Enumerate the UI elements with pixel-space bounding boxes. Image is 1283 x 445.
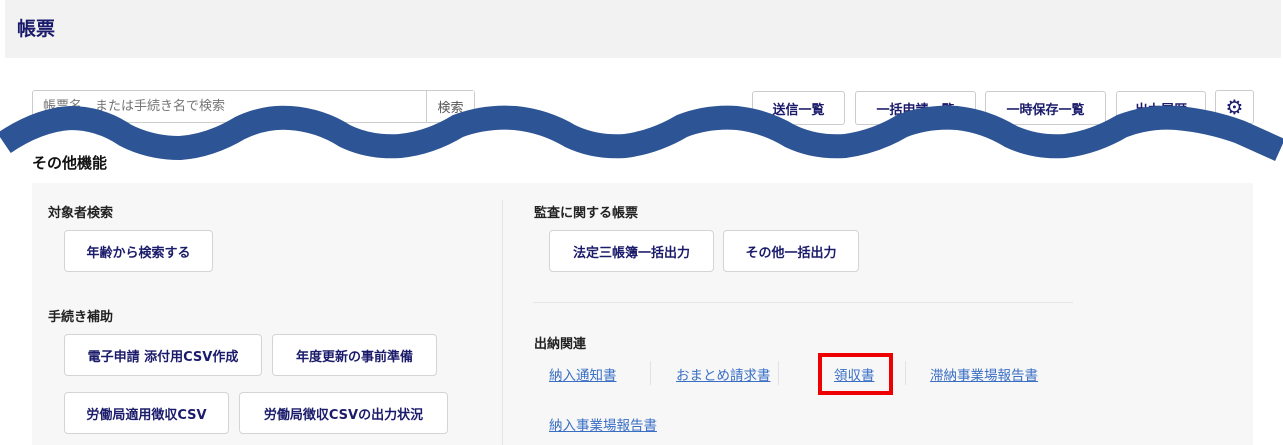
settings-button[interactable]: ⚙ <box>1215 90 1254 124</box>
search-button[interactable]: 検索 <box>426 91 474 122</box>
output-history-button[interactable]: 出力履歴 <box>1116 91 1206 125</box>
page-title: 帳票 <box>17 18 56 40</box>
combined-invoice-link[interactable]: おまとめ請求書 <box>676 364 771 384</box>
bulk-apply-list-button[interactable]: 一括申請一覧 <box>855 91 976 125</box>
sent-list-button[interactable]: 送信一覧 <box>752 91 845 125</box>
link-separator <box>905 361 906 385</box>
highlight-box <box>818 353 893 395</box>
e-application-csv-button[interactable]: 電子申請 添付用CSV作成 <box>64 334 262 376</box>
audit-heading: 監査に関する帳票 <box>534 206 639 221</box>
labor-bureau-csv-button[interactable]: 労働局適用徴収CSV <box>64 392 229 434</box>
delinquency-report-link[interactable]: 滞納事業場報告書 <box>930 364 1038 384</box>
search-input[interactable] <box>33 91 426 122</box>
payment-site-report-link[interactable]: 納入事業場報告書 <box>549 414 657 434</box>
section-title: その他機能 <box>32 154 108 172</box>
column-divider <box>502 200 503 445</box>
section-divider <box>533 302 1073 303</box>
link-separator <box>650 361 651 385</box>
payment-notice-link[interactable]: 納入通知書 <box>549 364 617 384</box>
search-box: 検索 <box>32 90 475 123</box>
procedure-help-heading: 手続き補助 <box>48 310 114 325</box>
target-search-heading: 対象者検索 <box>48 206 114 221</box>
page-header <box>5 0 1281 58</box>
link-separator <box>778 361 779 385</box>
payments-heading: 出納関連 <box>534 337 587 352</box>
gear-icon: ⚙ <box>1225 95 1244 119</box>
annual-update-prep-button[interactable]: 年度更新の事前準備 <box>272 334 437 376</box>
search-by-age-button[interactable]: 年齢から検索する <box>64 230 213 272</box>
temp-saved-list-button[interactable]: 一時保存一覧 <box>985 91 1106 125</box>
statutory-books-output-button[interactable]: 法定三帳簿一括出力 <box>549 230 714 272</box>
other-bulk-output-button[interactable]: その他一括出力 <box>723 230 859 272</box>
labor-bureau-csv-status-button[interactable]: 労働局徴収CSVの出力状況 <box>239 392 448 434</box>
